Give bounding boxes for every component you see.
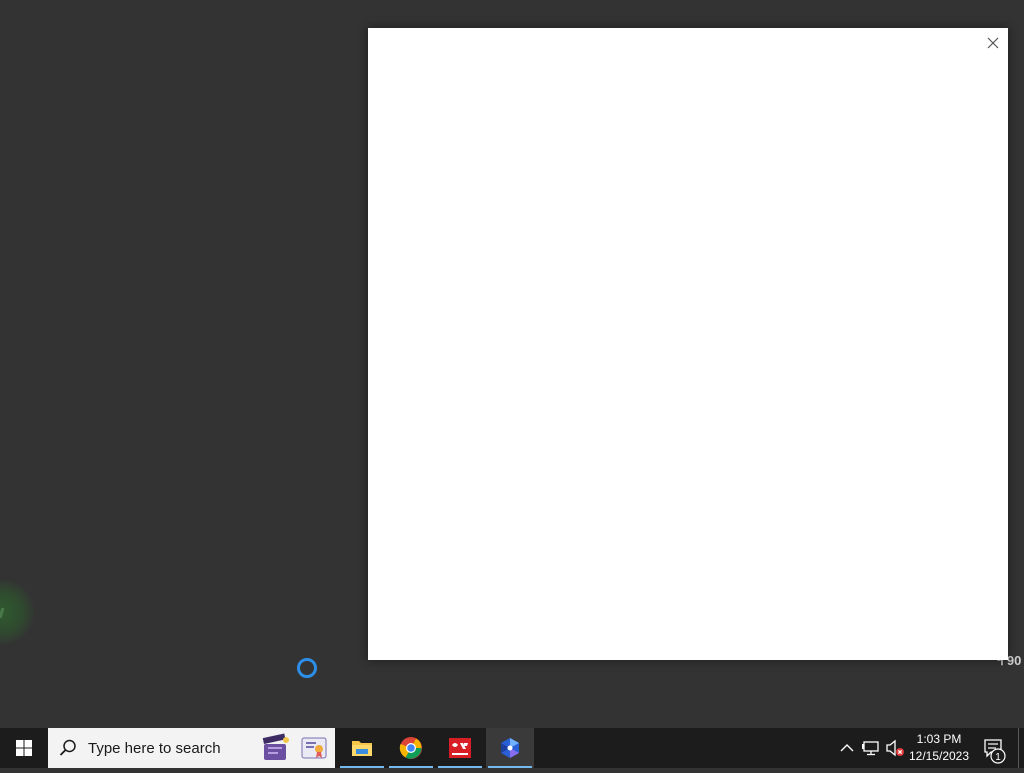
loading-spinner-icon [297,658,317,678]
network-icon[interactable] [861,738,881,758]
clapperboard-icon [262,733,289,760]
certificate-icon [301,737,327,759]
chevron-up-icon[interactable] [837,738,857,758]
volume-muted-icon[interactable] [885,738,905,758]
search-input[interactable]: Type here to search [48,728,335,768]
action-center-button[interactable]: 1 [978,728,1010,768]
blue-app-icon [501,738,519,758]
taskbar-app-blue-active[interactable] [486,728,534,768]
notification-count: 1 [995,752,1001,763]
windows-start-icon [16,740,32,756]
taskbar: Type here to search 1:03 PM 12/15/2023 1 [0,728,1024,768]
folder-icon [352,741,372,756]
taskbar-app-red[interactable] [436,728,484,768]
red-app-icon [449,738,471,758]
taskbar-app-file-explorer[interactable] [338,728,386,768]
chrome-icon [399,737,422,759]
clock-time: 1:03 PM [916,732,962,746]
show-desktop-button[interactable] [1018,728,1019,768]
desktop-shortcut-partial[interactable] [0,580,34,644]
desktop: ฯ 90 [0,0,1024,728]
system-clock[interactable]: 1:03 PM 12/15/2023 [906,731,972,765]
taskbar-app-chrome[interactable] [387,728,435,768]
notification-icon: 1 [984,739,1006,764]
start-button[interactable] [0,728,48,768]
clock-date: 12/15/2023 [908,749,970,763]
search-placeholder: Type here to search [88,740,221,757]
blank-dialog-window [368,28,1008,660]
close-icon[interactable] [984,34,1002,52]
search-icon [59,739,76,756]
